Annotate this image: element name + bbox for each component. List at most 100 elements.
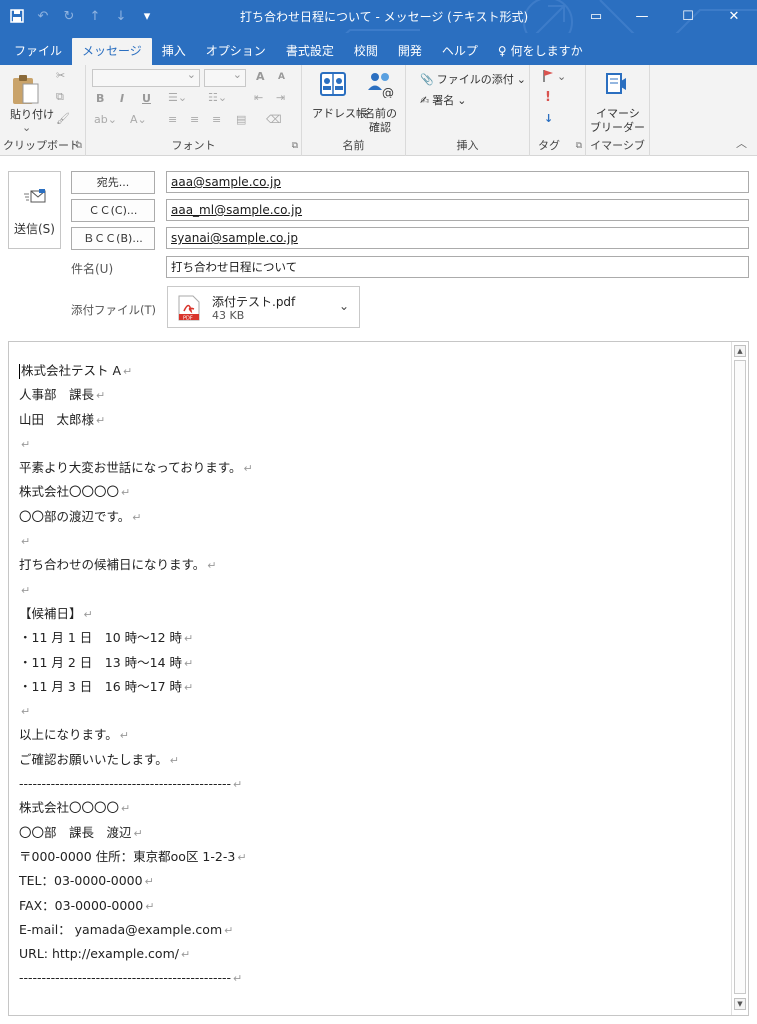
decrease-indent-icon[interactable]: ⇤ [254,91,263,104]
check-names-icon[interactable]: @ [366,69,396,99]
underline-button[interactable]: U [142,92,151,105]
send-button[interactable]: 送信(S) [8,171,61,249]
body-line[interactable]: 以上になります。 ↵ [19,723,728,747]
tell-me-box[interactable]: ♀ 何をしますか [488,38,593,65]
body-line[interactable]: ・11 月 3 日 16 時～17 時 ↵ [19,675,728,699]
font-size-dropdown[interactable] [204,68,246,87]
clear-format-icon[interactable]: ⌫ [266,113,282,126]
attach-file-button[interactable]: 📎 ファイルの添付 ⌄ [420,71,526,87]
to-field[interactable]: aaa@sample.co.jp [166,171,749,193]
font-color-icon[interactable]: A⌄ [130,113,147,126]
tags-launcher-icon[interactable]: ⧉ [576,141,582,151]
scroll-thumb[interactable] [734,360,746,994]
to-button[interactable]: 宛先... [71,171,155,194]
tab-review[interactable]: 校閲 [344,38,388,65]
bold-button[interactable]: B [96,92,104,105]
check-names-label-2[interactable]: 確認 [369,119,391,135]
chevron-down-icon[interactable]: ⌄ [339,299,349,313]
bcc-button[interactable]: ＢＣＣ(B)... [71,227,155,250]
body-line[interactable]: 山田 太郎様 ↵ [19,408,728,432]
move-up-icon[interactable]: ↑ [84,6,106,26]
align-center-icon[interactable]: ≡ [190,113,199,126]
tab-file[interactable]: ファイル [4,38,72,65]
body-text[interactable]: 株式会社テスト A ↵ 人事部 課長 ↵ 山田 太郎様 ↵ ↵ 平素より大変お世話になっており… [19,359,728,991]
paste-icon[interactable] [8,69,42,109]
body-line[interactable]: ・11 月 1 日 10 時～12 時 ↵ [19,626,728,650]
ribbon-display-options-icon[interactable]: ▭ [573,0,619,33]
tab-options[interactable]: オプション [196,38,276,65]
body-line[interactable]: ご確認お願いいたします。 ↵ [19,748,728,772]
follow-up-flag-icon[interactable]: ⌄ [542,69,566,83]
redo-icon[interactable]: ↻ [58,6,80,26]
tab-format[interactable]: 書式設定 [276,38,344,65]
body-line[interactable]: ↵ [19,578,728,602]
scroll-down-icon[interactable]: ▼ [734,998,746,1010]
body-line[interactable]: 株式会社〇〇〇〇 ↵ [19,480,728,504]
body-line[interactable]: URL: http://example.com/↵ [19,942,728,966]
font-launcher-icon[interactable]: ⧉ [292,141,298,151]
grow-font-button[interactable]: A [256,70,265,83]
subject-field[interactable]: 打ち合わせ日程について [166,256,749,278]
body-line[interactable]: ----------------------------------------… [19,772,728,796]
scroll-up-icon[interactable]: ▲ [734,345,746,357]
undo-icon[interactable]: ↶ [32,6,54,26]
numbering-icon[interactable]: ☷⌄ [208,91,227,104]
bcc-field[interactable]: syanai@sample.co.jp [166,227,749,249]
body-line[interactable]: 株式会社テスト A ↵ [19,359,728,383]
cc-field[interactable]: aaa_ml@sample.co.jp [166,199,749,221]
message-body[interactable]: 株式会社テスト A ↵ 人事部 課長 ↵ 山田 太郎様 ↵ ↵ 平素より大変お世話になっており… [8,341,749,1016]
body-line[interactable]: ↵ [19,529,728,553]
body-line[interactable]: TEL：03-0000-0000 ↵ [19,869,728,893]
vertical-scrollbar[interactable]: ▲ ▼ [731,342,748,1015]
body-line[interactable]: 打ち合わせの候補日になります。 ↵ [19,553,728,577]
to-recipient[interactable]: aaa@sample.co.jp [171,175,281,189]
attachment-item[interactable]: PDF 添付テスト.pdf 43 KB ⌄ [167,286,360,328]
italic-button[interactable]: I [120,92,124,105]
body-line[interactable]: 【候補日】 ↵ [19,602,728,626]
increase-indent-icon[interactable]: ⇥ [276,91,285,104]
low-importance-icon[interactable]: ↓ [544,112,553,125]
immersive-reader-icon[interactable] [602,69,632,99]
body-line[interactable]: 株式会社〇〇〇〇 ↵ [19,796,728,820]
paste-dropdown-icon[interactable]: ⌄ [22,121,31,134]
align-right-icon[interactable]: ≡ [212,113,221,126]
justify-icon[interactable]: ▤ [236,113,246,126]
customize-qat-icon[interactable]: ▾ [136,6,158,26]
tab-insert[interactable]: 挿入 [152,38,196,65]
tab-developer[interactable]: 開発 [388,38,432,65]
paste-button[interactable]: 貼り付け [10,106,54,122]
body-line[interactable]: ↵ [19,699,728,723]
move-down-icon[interactable]: ↓ [110,6,132,26]
body-line[interactable]: 〇〇部 課長 渡辺 ↵ [19,821,728,845]
body-line[interactable]: 人事部 課長 ↵ [19,383,728,407]
highlight-icon[interactable]: ab⌄ [94,113,117,126]
format-painter-icon[interactable]: 🖌 [56,112,70,125]
close-icon[interactable]: ✕ [711,0,757,33]
tab-help[interactable]: ヘルプ [432,38,488,65]
align-left-icon[interactable]: ≡ [168,113,177,126]
immersive-reader-label-2[interactable]: ブリーダー [590,119,645,135]
high-importance-icon[interactable]: ! [545,90,551,105]
address-book-icon[interactable] [318,69,348,99]
body-line[interactable]: ・11 月 2 日 13 時～14 時 ↵ [19,651,728,675]
bcc-recipient[interactable]: syanai@sample.co.jp [171,231,298,245]
body-line[interactable]: E-mail： yamada@example.com ↵ [19,918,728,942]
body-line[interactable]: FAX：03-0000-0000 ↵ [19,894,728,918]
cut-icon[interactable]: ✂ [56,69,65,82]
body-line[interactable]: 〇〇部の渡辺です。 ↵ [19,505,728,529]
signature-button[interactable]: ✍ 署名 ⌄ [420,92,466,108]
body-line[interactable]: ----------------------------------------… [19,966,728,990]
save-icon[interactable] [6,6,28,26]
cc-button[interactable]: ＣＣ(C)... [71,199,155,222]
body-line[interactable]: ↵ [19,432,728,456]
body-line[interactable]: 平素より大変お世話になっております。 ↵ [19,456,728,480]
maximize-icon[interactable]: ☐ [665,0,711,33]
address-book-button[interactable]: アドレス帳 [312,105,367,121]
body-line[interactable]: 〒000-0000 住所：東京都oo区 1-2-3 ↵ [19,845,728,869]
minimize-icon[interactable]: — [619,0,665,33]
clipboard-launcher-icon[interactable]: ⧉ [76,141,82,151]
tab-message[interactable]: メッセージ [72,38,152,65]
collapse-ribbon-icon[interactable]: ︿ [736,135,747,151]
shrink-font-button[interactable]: A [278,72,285,82]
copy-icon[interactable]: ⧉ [56,90,64,104]
